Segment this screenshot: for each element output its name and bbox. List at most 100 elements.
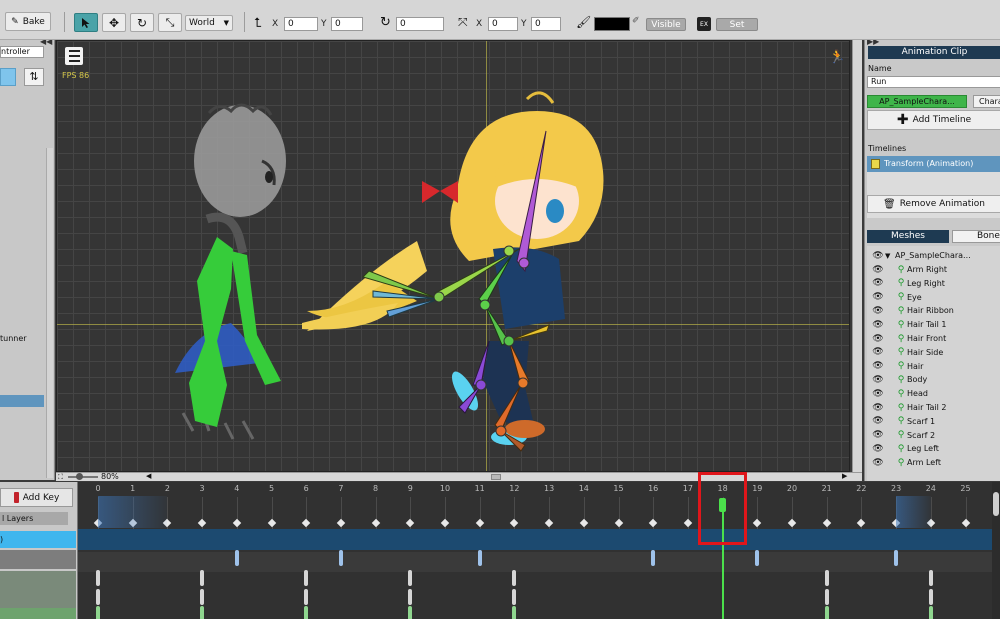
summary-keyframe[interactable] (961, 518, 970, 528)
eye-icon[interactable]: 👁 (871, 389, 885, 399)
track-keyframe[interactable] (304, 606, 309, 619)
set-button[interactable]: Set (716, 18, 758, 31)
frame-number[interactable]: 25 (960, 484, 970, 493)
remove-animation-button[interactable]: 🗑 Remove Animation (867, 195, 1000, 213)
frame-number[interactable]: 15 (613, 484, 623, 493)
frame-number[interactable]: 9 (408, 484, 413, 493)
timeline-vertical-scrollbar[interactable] (992, 482, 1000, 619)
eye-icon[interactable]: 👁 (871, 278, 885, 288)
selected-track-row[interactable] (78, 529, 992, 550)
summary-keyframe[interactable] (787, 518, 797, 528)
eye-icon[interactable]: 👁 (871, 251, 885, 261)
frame-number[interactable]: 21 (822, 484, 832, 493)
track-keyframe[interactable] (200, 606, 205, 619)
track-keyframe[interactable] (824, 570, 829, 586)
mesh-row[interactable]: 👁 ⚲ Arm Right (871, 263, 947, 276)
summary-keyframe[interactable] (857, 518, 866, 528)
summary-keyframe[interactable] (440, 518, 450, 528)
mesh-row[interactable]: 👁 ⚲ Body (871, 373, 927, 386)
frame-number[interactable]: 4 (234, 484, 239, 493)
track-keyframe[interactable] (928, 570, 933, 586)
all-layers-row[interactable]: l Layers (0, 512, 68, 525)
track-keyframe[interactable] (512, 606, 517, 619)
frame-number[interactable]: 16 (648, 484, 658, 493)
mesh-row[interactable]: 👁 ⚲ Hair (871, 360, 923, 373)
name-input[interactable]: Run (867, 76, 1000, 88)
timeline-track-area[interactable]: 0 1 2 3 4 5 6 7 8 9 10 11 12 13 14 15 16 17 18 19 20 21 22 23 24… (78, 482, 992, 619)
mesh-row[interactable]: 👁 ⚲ Arm Left (871, 456, 941, 469)
track-row-1[interactable] (78, 552, 992, 572)
zoom-slider-handle[interactable] (76, 473, 83, 480)
mesh-row[interactable]: 👁 ⚲ Scarf 2 (871, 429, 935, 442)
track-keyframe[interactable] (512, 589, 517, 605)
frame-number[interactable]: 13 (544, 484, 554, 493)
zoom-slider[interactable] (68, 476, 98, 478)
scroll-right-arrow-icon[interactable]: ▶ (842, 472, 847, 480)
frame-number[interactable]: 17 (683, 484, 693, 493)
eye-icon[interactable]: 👁 (871, 416, 885, 426)
track-keyframe[interactable] (200, 589, 205, 605)
track-keyframe[interactable] (824, 589, 829, 605)
horizontal-scroll-thumb[interactable] (491, 474, 501, 480)
summary-keyframe[interactable] (475, 518, 484, 528)
timeline-item-transform[interactable]: Transform (Animation) (867, 156, 1000, 172)
viewport-vertical-scrollbar[interactable] (852, 40, 862, 472)
sort-icon[interactable]: ⇅ (24, 68, 44, 86)
track-keyframe[interactable] (512, 570, 517, 586)
mesh-row[interactable]: 👁 ⚲ Head (871, 387, 928, 400)
track-keyframe[interactable] (928, 606, 933, 619)
summary-keyframe[interactable] (371, 518, 380, 528)
left-selected-row[interactable] (0, 395, 44, 407)
track-keyframe[interactable] (755, 550, 760, 566)
summary-keyframe[interactable] (648, 518, 658, 528)
frame-number[interactable]: 11 (475, 484, 485, 493)
summary-keyframe[interactable] (614, 518, 623, 528)
timeline-scroll-thumb[interactable] (993, 492, 999, 516)
space-select[interactable]: World ▼ (185, 15, 233, 31)
mesh-row[interactable]: 👁 ⚲ Leg Right (871, 277, 945, 290)
summary-keyframe[interactable] (683, 518, 693, 528)
summary-keyframe[interactable] (406, 518, 415, 528)
frame-number[interactable]: 23 (891, 484, 901, 493)
track-keyframe[interactable] (304, 589, 309, 605)
track-keyframe[interactable] (338, 550, 343, 566)
frame-number[interactable]: 3 (200, 484, 205, 493)
eye-icon[interactable]: 👁 (871, 375, 885, 385)
eye-icon[interactable]: 👁 (871, 361, 885, 371)
frame-number[interactable]: 22 (856, 484, 866, 493)
expand-arrow-icon[interactable]: ▼ (885, 252, 895, 260)
bake-button[interactable]: ✎ Bake (5, 12, 51, 31)
summary-keyframe[interactable] (822, 518, 831, 528)
eye-icon[interactable]: 👁 (871, 430, 885, 440)
pos-x-input[interactable]: 0 (284, 17, 318, 31)
mesh-row[interactable]: 👁 ⚲ Hair Tail 2 (871, 401, 946, 414)
summary-keyframe[interactable] (544, 518, 554, 528)
mesh-row[interactable]: 👁 ⚲ Hair Ribbon (871, 304, 954, 317)
scale-tool-button[interactable]: ⤡ (158, 13, 182, 32)
mesh-row[interactable]: 👁 ⚲ Hair Side (871, 346, 943, 359)
eye-icon[interactable]: 👁 (871, 292, 885, 302)
character-icon[interactable] (0, 68, 16, 86)
target-tab-character-2[interactable]: Charac (973, 95, 1000, 108)
summary-keyframe[interactable] (579, 518, 589, 528)
track-keyframe[interactable] (408, 589, 413, 605)
frame-number[interactable]: 12 (509, 484, 519, 493)
frame-number[interactable]: 2 (165, 484, 170, 493)
track-keyframe[interactable] (96, 570, 100, 586)
frame-number[interactable]: 14 (579, 484, 589, 493)
eye-icon[interactable]: 👁 (871, 458, 885, 468)
mesh-row[interactable]: 👁 ⚲ Hair Tail 1 (871, 318, 946, 331)
summary-keyframe[interactable] (336, 518, 346, 528)
frame-number[interactable]: 0 (95, 484, 100, 493)
track-keyframe[interactable] (304, 570, 309, 586)
track-keyframe[interactable] (200, 570, 205, 586)
add-timeline-button[interactable]: ✚ Add Timeline (867, 110, 1000, 130)
frame-number[interactable]: 5 (269, 484, 274, 493)
move-tool-button[interactable]: ✥ (102, 13, 126, 32)
tab-meshes[interactable]: Meshes (867, 230, 949, 243)
track-keyframe[interactable] (928, 589, 933, 605)
mesh-row[interactable]: 👁 ⚲ Hair Front (871, 332, 946, 345)
layer-row-3[interactable] (0, 608, 76, 619)
mesh-row[interactable]: 👁 ⚲ Scarf 1 (871, 415, 935, 428)
layer-row-1[interactable] (0, 550, 76, 569)
